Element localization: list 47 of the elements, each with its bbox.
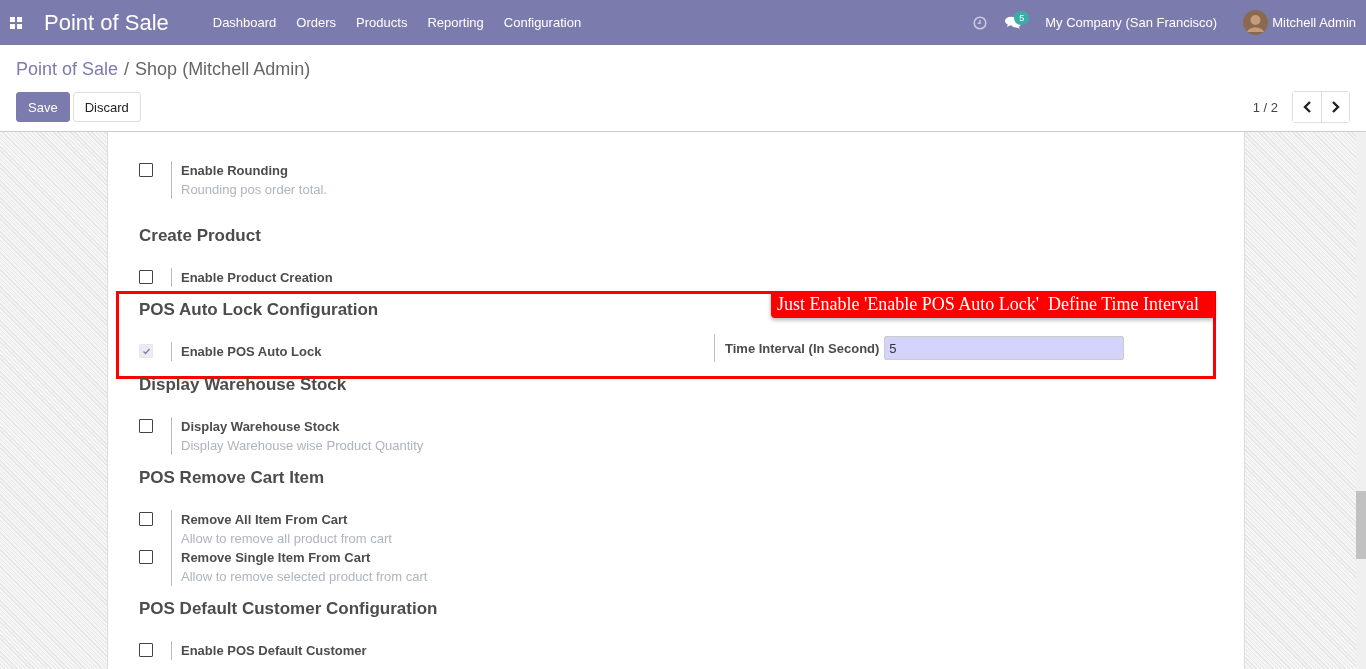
input-field[interactable]: 5 xyxy=(884,336,1125,360)
check-icon xyxy=(141,346,151,356)
setting-title: Enable Rounding xyxy=(181,162,289,180)
breadcrumb-current: Shop (Mitchell Admin) xyxy=(135,58,311,80)
section-heading: POS Auto Lock Configuration xyxy=(139,299,379,321)
next-button[interactable] xyxy=(1321,92,1349,122)
setting-description: Allow to remove all product from cart xyxy=(181,530,393,548)
breadcrumb-link[interactable]: Point of Sale xyxy=(16,58,119,80)
avatar-icon xyxy=(1243,10,1269,35)
app-title: Point of Sale xyxy=(44,9,169,36)
apps-menu-icon[interactable] xyxy=(10,16,22,29)
annotation-callout: Just Enable 'Enable POS Auto Lock' Define Time Interval xyxy=(771,291,1215,318)
checkbox[interactable] xyxy=(139,550,153,564)
chevron-right-icon xyxy=(1330,100,1341,114)
section-heading: Display Warehouse Stock xyxy=(139,374,347,396)
pager-value: 1 / 2 xyxy=(1252,99,1278,115)
checkbox[interactable] xyxy=(139,419,153,433)
setting-description: Allow to remove selected product from cart xyxy=(181,568,429,586)
menu-item[interactable]: Dashboard xyxy=(212,15,277,30)
setting-description: Rounding pos order total. xyxy=(181,181,328,199)
breadcrumb-separator: / xyxy=(124,58,130,80)
menu-item[interactable]: Reporting xyxy=(427,15,484,30)
checkbox[interactable] xyxy=(139,163,153,177)
section-heading: POS Default Customer Configuration xyxy=(139,598,438,620)
scrollbar[interactable] xyxy=(1356,132,1366,669)
setting-title: Remove All Item From Cart xyxy=(181,511,349,529)
setting-title: Remove Single Item From Cart xyxy=(181,549,372,567)
chevron-left-icon xyxy=(1301,100,1313,114)
menu-item[interactable]: Configuration xyxy=(503,15,582,30)
setting-description: Display Warehouse wise Product Quantity xyxy=(181,437,425,455)
menu-item[interactable]: Products xyxy=(356,15,408,30)
checkbox[interactable] xyxy=(139,512,153,526)
discard-button[interactable]: Discard xyxy=(72,92,141,122)
setting-title: Display Warehouse Stock xyxy=(181,418,341,436)
company-switcher[interactable]: My Company (San Francisco) xyxy=(1045,15,1218,30)
checkbox[interactable] xyxy=(139,643,153,657)
setting-title: Enable POS Auto Lock xyxy=(181,343,323,361)
section-heading: Create Product xyxy=(139,225,261,247)
setting-title: Enable POS Default Customer xyxy=(181,642,368,660)
user-menu[interactable]: Mitchell Admin xyxy=(1243,10,1356,35)
menu-item[interactable]: Orders xyxy=(296,15,337,30)
setting-title: Enable Product Creation xyxy=(181,269,334,287)
section-heading: POS Remove Cart Item xyxy=(139,467,325,489)
message-count-badge: 5 xyxy=(1014,10,1030,25)
field-label: Time Interval (In Second) xyxy=(725,340,880,356)
checkbox[interactable] xyxy=(139,270,153,284)
save-button[interactable]: Save xyxy=(16,92,70,122)
